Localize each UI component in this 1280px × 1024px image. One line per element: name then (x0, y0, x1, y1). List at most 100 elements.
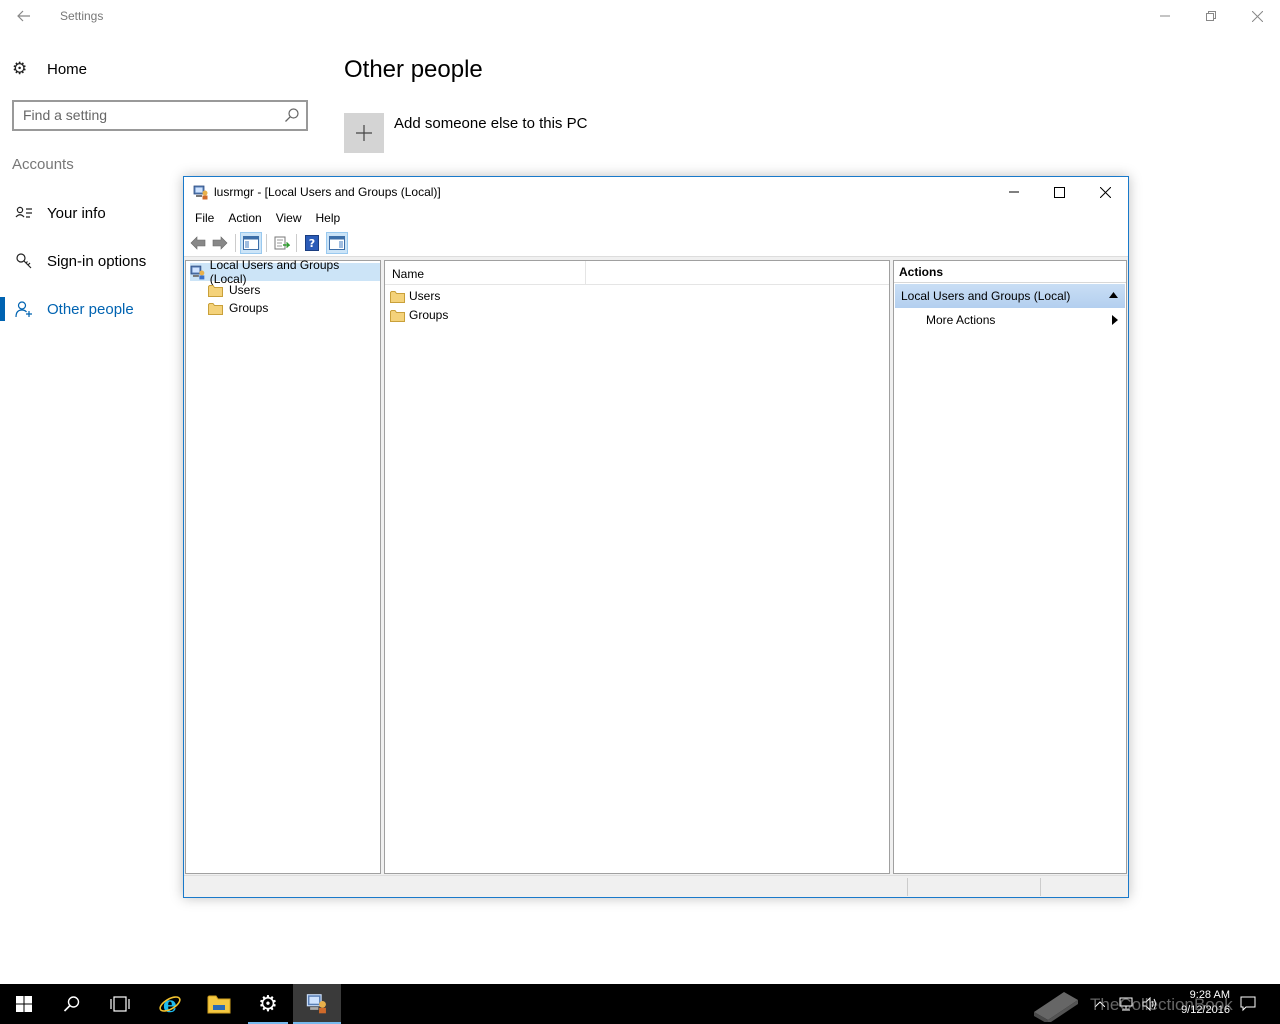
action-center-button[interactable] (1236, 984, 1260, 1024)
close-icon (1099, 186, 1111, 198)
nav-item-sign-in-options[interactable]: Sign-in options (0, 247, 180, 275)
actions-group-header[interactable]: Local Users and Groups (Local) (895, 284, 1125, 308)
back-button[interactable] (8, 2, 40, 30)
key-icon (16, 253, 32, 269)
minimize-icon (1160, 15, 1170, 17)
list-item[interactable]: Users (390, 287, 440, 305)
computer-management-icon (306, 994, 326, 1014)
list-item[interactable]: Groups (390, 306, 448, 324)
windows-logo-icon (16, 996, 32, 1012)
watermark-text: TheCollectionBook (1090, 995, 1233, 1014)
task-view-icon (110, 996, 130, 1012)
add-person-label[interactable]: Add someone else to this PC (394, 115, 587, 132)
search-box[interactable] (12, 100, 308, 131)
mmc-maximize-button[interactable] (1036, 177, 1082, 207)
gear-icon: ⚙ (12, 59, 28, 79)
computer-management-icon (193, 185, 208, 200)
mmc-menubar: File Action View Help (184, 207, 1128, 229)
minimize-button[interactable] (1142, 0, 1188, 32)
contact-card-icon (15, 206, 32, 218)
tree-node-groups[interactable]: Groups (208, 299, 268, 317)
more-actions-item[interactable]: More Actions (895, 310, 1125, 330)
folder-icon (390, 309, 405, 322)
section-label-accounts: Accounts (12, 156, 74, 173)
mmc-minimize-button[interactable] (991, 177, 1037, 207)
nav-item-your-info[interactable]: Your info (0, 199, 180, 227)
help-button[interactable]: ? (301, 232, 323, 254)
taskbar-app-lusrmgr[interactable] (293, 984, 341, 1024)
action-pane-icon (329, 236, 345, 250)
mmc-toolbar: ? (184, 229, 1128, 257)
tree-node-label: Groups (229, 301, 269, 315)
column-header-name[interactable]: Name (392, 267, 424, 281)
folder-icon (208, 302, 223, 315)
search-icon (63, 996, 80, 1012)
task-view-button[interactable] (96, 984, 144, 1024)
nav-item-label: Sign-in options (47, 252, 147, 270)
forward-button[interactable] (209, 232, 231, 254)
back-button[interactable] (187, 232, 209, 254)
plus-icon (356, 125, 372, 141)
menu-action[interactable]: Action (221, 208, 268, 228)
folder-icon (208, 284, 223, 297)
close-button[interactable] (1234, 0, 1280, 32)
svg-text:?: ? (309, 237, 315, 250)
show-action-pane-button[interactable] (326, 232, 348, 254)
nav-home[interactable]: ⚙ Home (12, 56, 87, 82)
export-list-button[interactable] (271, 232, 293, 254)
active-indicator (0, 297, 5, 321)
column-separator[interactable] (585, 261, 586, 285)
add-person-icon (15, 301, 32, 318)
internet-explorer-icon: e (159, 992, 181, 1016)
svg-text:e: e (163, 992, 177, 1016)
settings-titlebar: Settings (0, 0, 1280, 32)
actions-pane: Actions Local Users and Groups (Local) M… (893, 260, 1127, 874)
more-actions-label: More Actions (926, 313, 996, 327)
toolbar-separator (235, 234, 236, 252)
toolbar-separator (266, 234, 267, 252)
result-list-pane: Name Users Groups (384, 260, 890, 874)
taskbar-app-file-explorer[interactable] (195, 984, 243, 1024)
search-taskbar-button[interactable] (48, 984, 96, 1024)
list-item-label: Groups (409, 308, 449, 322)
export-list-icon (274, 236, 290, 250)
window-title: Settings (60, 9, 104, 23)
taskbar-app-ie[interactable]: e (146, 984, 194, 1024)
close-icon (1251, 10, 1263, 22)
search-icon (285, 108, 299, 122)
search-input[interactable] (23, 107, 273, 123)
restore-button[interactable] (1188, 0, 1234, 32)
nav-item-label: Other people (47, 300, 134, 318)
forward-arrow-icon (212, 236, 228, 250)
nav-item-label: Your info (47, 204, 106, 222)
taskbar-app-settings[interactable]: ⚙ (244, 984, 292, 1024)
nav-item-other-people[interactable]: Other people (0, 295, 180, 323)
console-tree-icon (243, 236, 259, 250)
nav-home-label: Home (47, 60, 88, 78)
file-explorer-icon (207, 995, 231, 1014)
menu-view[interactable]: View (269, 208, 309, 228)
tree-node-label: Users (229, 283, 261, 297)
menu-help[interactable]: Help (309, 208, 348, 228)
local-users-groups-icon (190, 265, 205, 280)
tree-node-root[interactable]: Local Users and Groups (Local) (190, 258, 380, 286)
actions-header: Actions (894, 261, 1126, 283)
actions-group-label: Local Users and Groups (Local) (901, 289, 1071, 303)
console-tree-pane: Local Users and Groups (Local) Users Gro… (185, 258, 381, 874)
start-button[interactable] (0, 984, 48, 1024)
list-header: Name (385, 261, 889, 285)
minimize-icon (1009, 191, 1019, 193)
mmc-titlebar: lusrmgr - [Local Users and Groups (Local… (184, 177, 1128, 207)
tree-node-users[interactable]: Users (208, 281, 260, 299)
watermark: TheCollectionBook (1030, 988, 1233, 1022)
menu-file[interactable]: File (188, 208, 221, 228)
mmc-window-title: lusrmgr - [Local Users and Groups (Local… (214, 185, 441, 199)
add-person-button[interactable] (344, 113, 384, 153)
help-icon: ? (305, 235, 319, 251)
maximize-icon (1053, 186, 1065, 198)
show-console-tree-button[interactable] (240, 232, 262, 254)
toolbar-separator (296, 234, 297, 252)
gear-icon: ⚙ (258, 991, 278, 1017)
mmc-close-button[interactable] (1082, 177, 1128, 207)
status-cell (1040, 878, 1126, 896)
